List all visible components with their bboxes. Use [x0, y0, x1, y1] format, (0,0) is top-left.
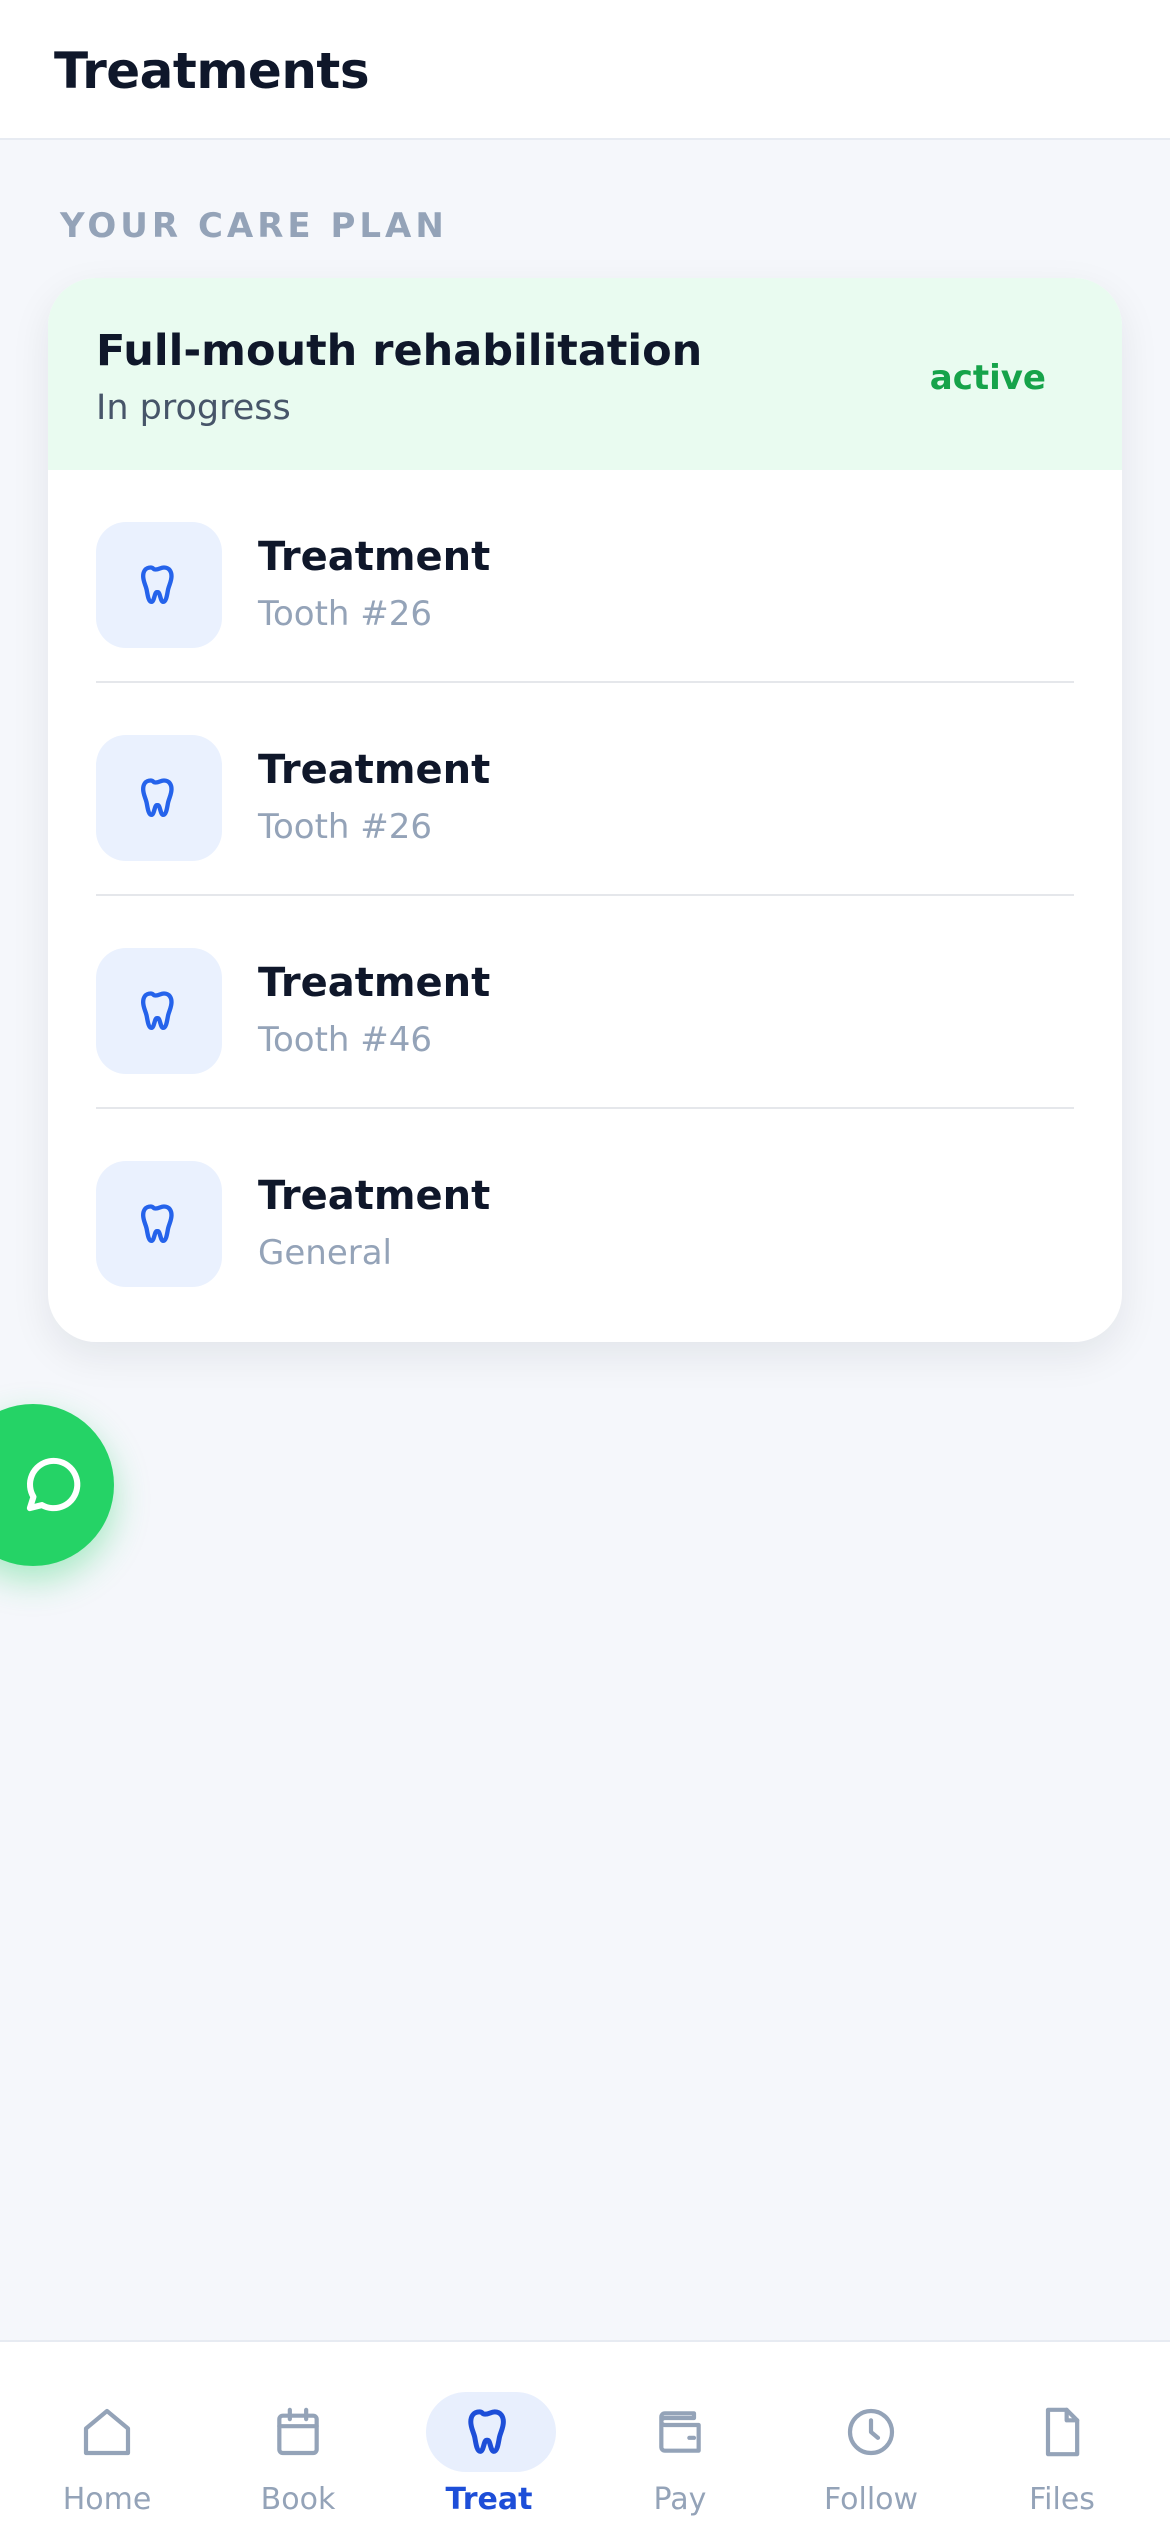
treatment-title: Treatment: [258, 747, 491, 793]
care-plan-status: In progress: [96, 388, 291, 428]
top-bar: Treatments: [0, 0, 1170, 140]
chat-bubble-icon: [20, 1452, 86, 1518]
clock-icon: [843, 2404, 899, 2460]
treatment-subtitle: Tooth #46: [258, 1020, 433, 1060]
nav-label: Home: [62, 2482, 152, 2517]
tooth-icon: [96, 735, 222, 861]
section-label: YOUR CARE PLAN: [60, 206, 448, 246]
treatment-subtitle: Tooth #26: [258, 807, 433, 847]
calendar-icon: [270, 2404, 326, 2460]
nav-item-book[interactable]: Book: [203, 2342, 393, 2532]
treatment-title: Treatment: [258, 960, 491, 1006]
nav-label: Follow: [823, 2482, 919, 2517]
treatment-subtitle: General: [258, 1233, 392, 1273]
care-plan-header[interactable]: Full-mouth rehabilitation In progress ac…: [48, 278, 1122, 470]
tooth-icon: [96, 1161, 222, 1287]
nav-item-treat[interactable]: Treat: [394, 2342, 584, 2532]
treatment-row[interactable]: Treatment Tooth #26: [96, 683, 1074, 896]
nav-label: Book: [260, 2482, 336, 2517]
tooth-icon: [96, 948, 222, 1074]
nav-item-pay[interactable]: Pay: [585, 2342, 775, 2532]
chat-fab-button[interactable]: [0, 1404, 114, 1566]
care-plan-card: Full-mouth rehabilitation In progress ac…: [48, 278, 1122, 1342]
treatment-title: Treatment: [258, 1173, 491, 1219]
bottom-nav: Home Book Treat Pay Follow Files: [0, 2340, 1170, 2532]
tooth-icon: [466, 2407, 512, 2457]
treatments-screen: Treatments YOUR CARE PLAN Full-mouth reh…: [0, 0, 1170, 2532]
treatment-subtitle: Tooth #26: [258, 594, 433, 634]
wallet-icon: [651, 2404, 709, 2460]
nav-item-home[interactable]: Home: [12, 2342, 202, 2532]
treatment-row[interactable]: Treatment Tooth #26: [96, 470, 1074, 683]
status-badge: active: [929, 358, 1046, 398]
treatment-row[interactable]: Treatment General: [96, 1109, 1074, 1322]
file-icon: [1034, 2404, 1090, 2460]
treatment-row[interactable]: Treatment Tooth #46: [96, 896, 1074, 1109]
nav-label: Treat: [445, 2482, 533, 2517]
tooth-icon: [96, 522, 222, 648]
care-plan-name: Full-mouth rehabilitation: [96, 326, 703, 376]
treatment-title: Treatment: [258, 534, 491, 580]
nav-label: Files: [1029, 2482, 1095, 2517]
page-title: Treatments: [54, 42, 370, 100]
nav-item-files[interactable]: Files: [967, 2342, 1157, 2532]
nav-item-follow[interactable]: Follow: [776, 2342, 966, 2532]
home-icon: [79, 2404, 135, 2460]
nav-label: Pay: [653, 2482, 707, 2517]
